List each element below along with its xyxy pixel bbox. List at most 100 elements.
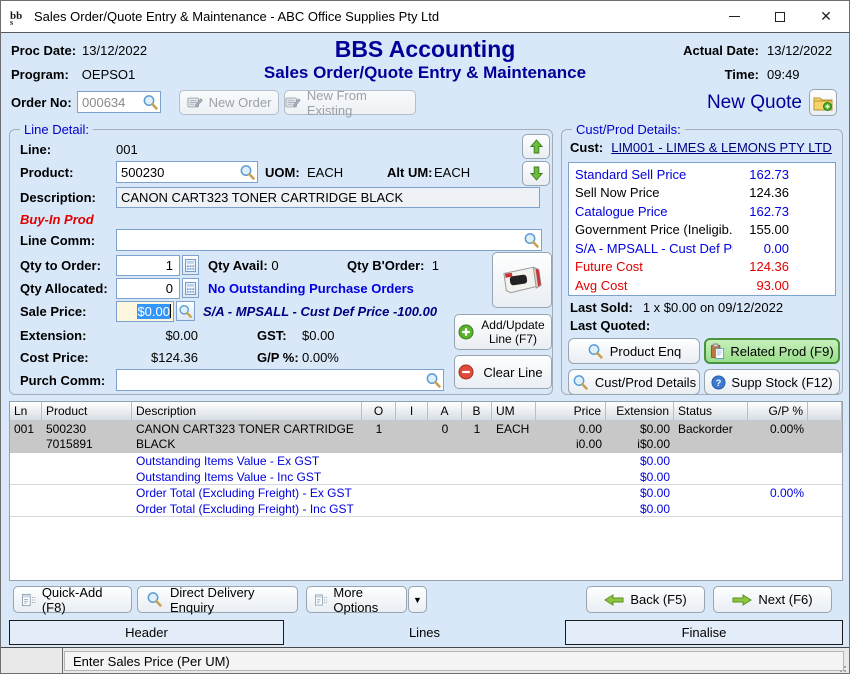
line-detail-panel: Line Detail: Line: 001 Product: 500230 U…	[9, 129, 553, 395]
order-no-label: Order No:	[11, 95, 72, 110]
line-down-button[interactable]	[522, 161, 550, 186]
uom-value: EACH	[307, 165, 343, 180]
quick-add-button[interactable]: Quick-Add (F8)	[13, 586, 132, 613]
price-row: Catalogue Price162.73	[569, 202, 835, 221]
close-button[interactable]: ✕	[803, 1, 849, 32]
actual-date-value: 13/12/2022	[767, 39, 839, 63]
resize-grip[interactable]	[838, 664, 846, 672]
clear-line-button[interactable]: Clear Line	[454, 355, 552, 389]
new-quote-folder-icon	[813, 94, 833, 112]
price-value: 124.36	[733, 259, 789, 274]
gst-value: $0.00	[302, 328, 335, 343]
more-options-dropdown-button[interactable]: ▼	[408, 586, 427, 613]
new-from-existing-button[interactable]: New From Existing	[284, 90, 416, 115]
new-order-button[interactable]: New Order	[179, 90, 279, 115]
title-bar[interactable]: bb s Sales Order/Quote Entry & Maintenan…	[1, 1, 849, 33]
qty-allocated-value: 0	[117, 281, 176, 296]
new-order-label: New Order	[209, 95, 272, 110]
price-name: Standard Sell Price	[575, 167, 733, 182]
calculator-button[interactable]	[182, 255, 199, 275]
more-options-button[interactable]: More Options	[306, 586, 407, 613]
col-header-o[interactable]: O	[362, 402, 396, 420]
col-header-price[interactable]: Price	[536, 402, 606, 420]
new-quote-button[interactable]	[809, 89, 837, 116]
price-value: 162.73	[733, 167, 789, 182]
cell-ln: 001	[10, 421, 42, 453]
tab-header-label: Header	[125, 625, 168, 640]
line-up-button[interactable]	[522, 134, 550, 159]
table-row-selected[interactable]: 001 5002307015891 CANON CART323 TONER CA…	[10, 421, 842, 453]
price-row: Avg Cost93.00	[569, 276, 835, 295]
col-header-a[interactable]: A	[428, 402, 462, 420]
col-header-i[interactable]: I	[396, 402, 428, 420]
search-icon[interactable]	[425, 372, 442, 389]
order-no-input[interactable]: 000634	[77, 91, 161, 113]
purch-comm-input[interactable]	[116, 369, 444, 391]
sale-price-input[interactable]: $0.00	[116, 301, 174, 322]
qty-to-order-input[interactable]: 1	[116, 255, 180, 276]
minimize-button[interactable]	[711, 1, 757, 32]
col-header-b[interactable]: B	[462, 402, 492, 420]
related-prod-button[interactable]: Related Prod (F9)	[704, 338, 840, 364]
col-header-ln[interactable]: Ln	[10, 402, 42, 420]
qty-border: Qty B'Order: 1	[347, 258, 439, 273]
price-value: 155.00	[733, 222, 789, 237]
cust-label: Cust:	[570, 140, 603, 155]
add-update-line-button[interactable]: Add/Update Line (F7)	[454, 314, 552, 350]
product-image	[497, 258, 547, 302]
tab-finalise[interactable]: Finalise	[565, 620, 843, 645]
col-header-status[interactable]: Status	[674, 402, 748, 420]
tab-lines[interactable]: Lines	[286, 620, 563, 645]
question-icon: ?	[711, 375, 726, 390]
order-lines-table: Ln Product Description O I A B UM Price …	[9, 401, 843, 581]
qty-to-order-value: 1	[117, 258, 176, 273]
price-search-button[interactable]	[176, 301, 195, 321]
col-header-description[interactable]: Description	[132, 402, 362, 420]
supp-stock-button[interactable]: ? Supp Stock (F12)	[704, 369, 840, 395]
cust-prod-details-label: Cust/Prod Details	[595, 375, 696, 390]
last-quoted-label: Last Quoted:	[570, 318, 650, 333]
price-listbox: Standard Sell Price162.73 Sell Now Price…	[568, 162, 836, 296]
product-enq-label: Product Enq	[610, 344, 682, 359]
back-button[interactable]: Back (F5)	[586, 586, 705, 613]
summary-row: Order Total (Excluding Freight) - Inc GS…	[10, 501, 842, 517]
price-source-note: S/A - MPSALL - Cust Def Price -100.00	[203, 304, 443, 319]
search-icon[interactable]	[142, 94, 159, 111]
form-icon	[315, 593, 327, 607]
line-comm-input[interactable]	[116, 229, 542, 251]
price-row: Sell Now Price124.36	[569, 184, 835, 203]
qty-border-value: 1	[432, 258, 439, 273]
app-window: bb s Sales Order/Quote Entry & Maintenan…	[0, 0, 850, 674]
tab-header[interactable]: Header	[9, 620, 284, 645]
buy-in-prod-flag: Buy-In Prod	[20, 212, 94, 227]
calculator-button[interactable]	[182, 278, 199, 298]
col-header-um[interactable]: UM	[492, 402, 536, 420]
maximize-button[interactable]	[757, 1, 803, 32]
col-header-product[interactable]: Product	[42, 402, 132, 420]
summary-desc: Outstanding Items Value - Inc GST	[132, 469, 362, 485]
col-header-gp[interactable]: G/P %	[748, 402, 808, 420]
summary-desc: Outstanding Items Value - Ex GST	[132, 453, 362, 469]
customer-link[interactable]: LIM001 - LIMES & LEMONS PTY LTD	[611, 140, 832, 155]
product-input[interactable]: 500230	[116, 161, 258, 183]
search-icon[interactable]	[239, 164, 256, 181]
product-image-button[interactable]	[492, 252, 552, 308]
price-row: Future Cost124.36	[569, 258, 835, 277]
cust-prod-panel: Cust/Prod Details: Cust: LIM001 - LIMES …	[561, 129, 843, 395]
col-header-extension[interactable]: Extension	[606, 402, 674, 420]
time-label: Time:	[725, 67, 759, 82]
direct-delivery-button[interactable]: Direct Delivery Enquiry	[137, 586, 298, 613]
next-button[interactable]: Next (F6)	[713, 586, 832, 613]
more-options-label: More Options	[333, 585, 398, 615]
product-enq-button[interactable]: Product Enq	[568, 338, 700, 364]
cost-price-value: $124.36	[116, 350, 198, 365]
cust-prod-details-button[interactable]: Cust/Prod Details	[568, 369, 700, 395]
cell-status: Backorder	[674, 421, 748, 453]
line-detail-legend: Line Detail:	[20, 122, 93, 137]
search-icon[interactable]	[523, 232, 540, 249]
screen-header: Proc Date:13/12/2022 Program:OEPSO1 BBS …	[1, 34, 849, 90]
related-prod-label: Related Prod (F9)	[730, 344, 833, 359]
qty-allocated-input[interactable]: 0	[116, 278, 180, 299]
qty-border-label: Qty B'Order:	[347, 258, 425, 273]
summary-ext: $0.00	[606, 453, 674, 469]
